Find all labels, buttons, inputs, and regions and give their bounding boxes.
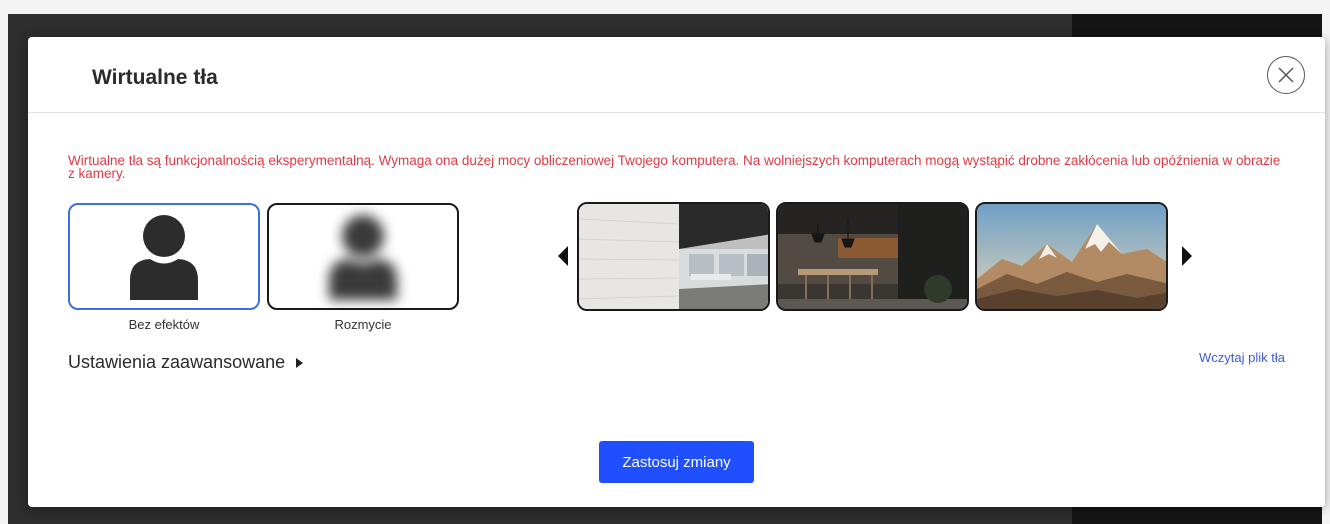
close-button[interactable] [1267,56,1305,94]
background-kitchen-thumbnail[interactable] [776,202,969,311]
person-blurred-icon [329,214,397,300]
dialog-title: Wirtualne tła [92,66,218,89]
advanced-settings-label: Ustawienia zaawansowane [68,352,286,372]
close-icon [1278,67,1294,83]
effect-none-label: Bez efektów [128,317,200,332]
mountains-background-thumbnail [977,204,1166,309]
office-background-thumbnail [579,204,768,309]
carousel-next-arrow-icon[interactable] [1180,244,1194,268]
apply-changes-button[interactable]: Zastosuj zmiany [599,441,754,483]
background-mountains-thumbnail[interactable] [975,202,1168,311]
upload-background-link[interactable]: Wczytaj plik tła [1199,350,1285,365]
background-office-thumbnail[interactable] [577,202,770,311]
caret-right-icon [296,357,304,368]
dialog-header: Wirtualne tła [28,37,1325,113]
person-icon [130,214,198,300]
advanced-settings-toggle[interactable]: Ustawienia zaawansowane [68,352,304,373]
effect-blur-card[interactable] [267,203,459,310]
effect-none-card[interactable] [68,203,260,310]
experimental-warning: Wirtualne tła są funkcjonalnością eksper… [68,153,1281,181]
effect-blur-label: Rozmycie [334,317,392,332]
virtual-backgrounds-dialog: Wirtualne tła Wirtualne tła są funkcjona… [28,37,1325,507]
carousel-prev-arrow-icon[interactable] [556,244,570,268]
kitchen-background-thumbnail [778,204,967,309]
